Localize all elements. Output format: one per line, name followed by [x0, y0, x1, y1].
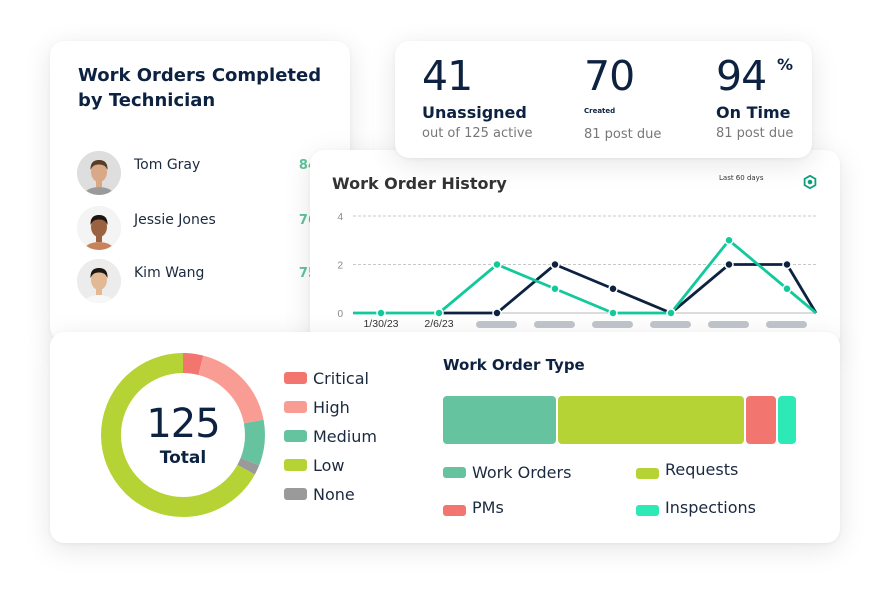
legend-label: Requests [665, 460, 739, 479]
legend-work-orders: Work Orders [443, 463, 571, 482]
legend-none: None [284, 484, 355, 504]
data-point[interactable] [782, 259, 792, 270]
y-tick-label: 2 [337, 261, 343, 272]
legend-high: High [284, 397, 350, 417]
x-tick-placeholder [476, 321, 517, 328]
avatar [77, 259, 121, 303]
donut-total: 125 [146, 401, 220, 447]
legend-pms: PMs [443, 498, 504, 517]
work-order-history-card: 0 2 4 1/30/23 2/6/23 Work Order History Last… [310, 150, 840, 350]
legend-label: Medium [313, 426, 377, 446]
priority-donut: 125 Total [101, 353, 265, 517]
data-point[interactable] [608, 308, 618, 318]
legend-swatch [636, 468, 659, 479]
legend-label: High [313, 397, 350, 417]
priority-card: 125 Total Critical High Medium Low None … [50, 332, 840, 543]
data-point[interactable] [492, 259, 502, 270]
legend-requests: Requests [636, 460, 738, 479]
stat-label: On Time [716, 103, 791, 122]
type-segment-work-orders[interactable] [443, 396, 557, 444]
stat-created: 70 Created 81 post due [584, 49, 661, 144]
legend-swatch [284, 459, 307, 471]
avatar [77, 151, 121, 195]
legend-swatch [443, 505, 466, 516]
technician-name: Jessie Jones [134, 212, 216, 228]
stat-number: 94 [716, 52, 767, 100]
data-point[interactable] [550, 259, 560, 270]
donut-total-label: Total [159, 448, 207, 468]
work-order-type-title: Work Order Type [443, 356, 585, 374]
type-segment-pms[interactable] [746, 396, 777, 444]
series-line-a [439, 263, 818, 315]
data-point[interactable] [666, 308, 676, 318]
technician-name: Tom Gray [134, 157, 201, 173]
x-tick-label: 2/6/23 [424, 318, 453, 330]
type-segment-inspections[interactable] [778, 396, 796, 444]
legend-swatch [284, 430, 307, 442]
technician-card-title: Work Orders Completed by Technician [78, 63, 348, 113]
technician-row[interactable]: Jessie Jones 76 [77, 206, 317, 252]
x-tick-placeholder [534, 321, 575, 328]
technician-row[interactable]: Tom Gray 84 [77, 151, 317, 197]
date-range-label[interactable]: Last 60 days [719, 174, 763, 182]
title-line-2: by Technician [78, 90, 216, 111]
legend-swatch [284, 372, 307, 384]
gear-icon[interactable] [803, 175, 817, 189]
stats-card: 41 Unassigned out of 125 active 70 Creat… [395, 41, 812, 158]
stat-subtext: out of 125 active [422, 126, 533, 141]
stat-subtext: 81 post due [584, 127, 662, 142]
x-tick-label: 1/30/23 [363, 318, 398, 330]
technician-name: Kim Wang [134, 265, 205, 281]
data-point[interactable] [434, 308, 444, 318]
legend-label: None [313, 484, 355, 504]
data-point[interactable] [782, 284, 792, 294]
legend-swatch [443, 467, 466, 478]
title-line-1: Work Orders Completed [78, 65, 322, 86]
avatar [77, 206, 121, 250]
legend-low: Low [284, 455, 345, 475]
percent-sign: % [777, 55, 794, 74]
stat-subtext: 81 post due [716, 126, 794, 141]
y-tick-label: 4 [337, 212, 343, 223]
data-point[interactable] [724, 259, 734, 270]
legend-label: PMs [472, 498, 504, 517]
x-tick-placeholder [708, 321, 749, 328]
x-tick-placeholder [592, 321, 633, 328]
technician-card: Work Orders Completed by Technician Tom … [50, 41, 350, 341]
donut-center: 125 Total [101, 353, 265, 517]
stat-on-time: 94 % On Time 81 post due [716, 49, 793, 143]
data-point[interactable] [608, 284, 618, 294]
legend-swatch [636, 505, 659, 516]
x-tick-placeholder [650, 321, 691, 328]
data-point[interactable] [550, 284, 560, 294]
legend-medium: Medium [284, 426, 377, 446]
legend-label: Critical [313, 368, 369, 388]
legend-label: Low [313, 455, 345, 475]
data-point[interactable] [724, 235, 734, 245]
stat-label: Created [584, 107, 616, 115]
legend-swatch [284, 488, 307, 500]
stat-label: Unassigned [422, 103, 527, 122]
y-tick-label: 0 [337, 309, 343, 320]
history-title: Work Order History [332, 174, 507, 193]
type-segment-requests[interactable] [558, 396, 745, 444]
technician-row[interactable]: Kim Wang 75 [77, 259, 317, 305]
data-point[interactable] [492, 308, 502, 318]
stat-value: 70 [584, 52, 635, 100]
legend-swatch [284, 401, 307, 413]
data-point[interactable] [376, 308, 386, 318]
stat-value: 41 [422, 52, 473, 100]
legend-critical: Critical [284, 368, 369, 388]
legend-inspections: Inspections [636, 498, 756, 517]
legend-label: Inspections [665, 498, 756, 517]
work-order-type-bar [443, 396, 796, 444]
stat-unassigned: 41 Unassigned out of 125 active [422, 49, 533, 143]
legend-label: Work Orders [472, 463, 572, 482]
x-tick-placeholder [766, 321, 807, 328]
